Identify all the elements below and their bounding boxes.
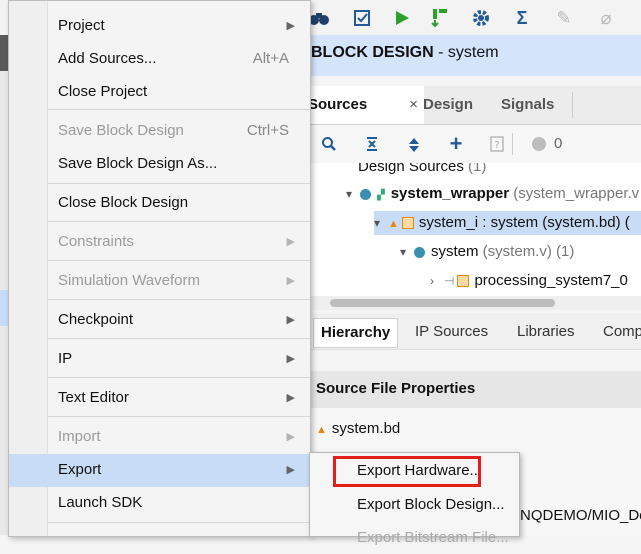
submenu-arrow-icon: ▶ — [286, 431, 295, 443]
ip-icon: ⊣ — [444, 274, 455, 288]
tab-hierarchy[interactable]: Hierarchy — [313, 318, 399, 348]
block-design-header: BLOCK DESIGN - system — [300, 35, 641, 76]
chevron-down-icon[interactable]: ▾ — [374, 211, 388, 235]
chevron-down-icon[interactable]: ▾ — [346, 182, 360, 206]
menu-item-ip[interactable]: IP ▶ — [9, 343, 310, 376]
source-file-path: YNQDEMO/MIO_De — [510, 507, 641, 524]
sources-tabs: Sources × Design Signals — [300, 86, 641, 125]
add-icon[interactable]: + — [445, 131, 467, 156]
search-icon[interactable] — [318, 134, 340, 154]
tree-row[interactable]: ▾ ▞ system_wrapper (system_wrapper.v — [346, 182, 639, 206]
menu-item-checkpoint[interactable]: Checkpoint ▶ — [9, 304, 310, 337]
chevron-down-icon[interactable]: ▾ — [400, 240, 414, 264]
tab-signals[interactable]: Signals — [493, 86, 562, 124]
menu-item-close-project[interactable]: Close Project — [9, 76, 310, 109]
menu-item-add-sources[interactable]: Add Sources... Alt+A — [9, 43, 310, 76]
hierarchy-tabs: Hierarchy IP Sources Libraries Comp — [300, 313, 641, 350]
ip-block-icon — [457, 275, 470, 288]
source-file-properties-title: Source File Properties — [316, 380, 476, 397]
highlight-callout-box — [333, 456, 481, 487]
source-file-properties-header: Source File Properties — [300, 371, 641, 408]
hierarchy-icon: ▞ — [377, 190, 385, 201]
menu-item-launch-sdk[interactable]: Launch SDK — [9, 487, 310, 520]
tab-design[interactable]: Design — [415, 86, 481, 124]
file-menu: Project ▶ Add Sources... Alt+A Close Pro… — [8, 0, 311, 537]
status-dot-icon — [528, 134, 550, 154]
collapse-all-icon[interactable] — [361, 134, 383, 154]
tab-compile-order[interactable]: Comp — [596, 318, 641, 346]
menu-item-simulation-waveform: Simulation Waveform ▶ — [58, 272, 295, 289]
expand-all-icon[interactable] — [403, 134, 425, 154]
tab-libraries[interactable]: Libraries — [510, 318, 582, 346]
submenu-arrow-icon: ▶ — [286, 236, 295, 248]
submenu-arrow-icon: ▶ — [286, 275, 295, 287]
tab-sources[interactable]: Sources × — [300, 86, 424, 124]
probe-icon: ⌀ — [600, 7, 612, 28]
checkbox-icon[interactable] — [350, 6, 374, 30]
menu-item-export[interactable]: Export ▶ — [9, 454, 310, 487]
horizontal-scrollbar[interactable] — [300, 296, 641, 310]
submenu-arrow-icon: ▶ — [286, 353, 295, 365]
run-icon[interactable] — [390, 6, 414, 30]
sources-tree: Design Sources (1) ▾ ▞ system_wrapper (sys… — [300, 163, 641, 296]
settings-icon[interactable] — [469, 6, 493, 30]
menu-item-save-block-design-as[interactable]: Save Block Design As... — [9, 148, 310, 181]
submenu-arrow-icon: ▶ — [286, 314, 295, 326]
source-file-name: ▲ system.bd — [316, 420, 401, 437]
menu-item-save-block-design: Save Block Design Ctrl+S — [58, 122, 289, 139]
tab-ip-sources[interactable]: IP Sources — [408, 318, 495, 346]
submenu-arrow-icon: ▶ — [286, 392, 295, 404]
sigma-icon[interactable]: Σ — [510, 6, 534, 30]
menu-item-export-bitstream-file: Export Bitstream File... — [357, 529, 509, 546]
menu-item-import: Import ▶ — [58, 428, 295, 445]
sources-toolbar: + ? 0 — [300, 125, 641, 163]
chevron-right-icon[interactable]: › — [430, 269, 444, 293]
submenu-arrow-icon: ▶ — [286, 464, 295, 476]
status-count: 0 — [554, 135, 563, 152]
bd-file-icon: ▲ — [316, 424, 327, 436]
help-icon[interactable]: ? — [486, 134, 508, 154]
menu-item-constraints: Constraints ▶ — [58, 233, 295, 250]
submenu-arrow-icon: ▶ — [286, 20, 295, 32]
svg-text:?: ? — [494, 140, 499, 151]
menu-item-export-hardware[interactable]: Export Hardware... — [310, 454, 519, 487]
tree-row[interactable]: Design Sources (1) — [358, 163, 486, 179]
tree-row[interactable]: ▾ system (system.v) (1) — [400, 240, 574, 264]
tree-row-selected[interactable]: ▾ ▲ system_i : system (system.bd) ( — [374, 211, 641, 235]
verilog-dot-icon — [360, 188, 371, 200]
bd-hierarchy-icon: ▲ — [388, 218, 399, 230]
bd-file-icon — [401, 217, 414, 230]
tree-row[interactable]: › ⊣ processing_system7_0 — [430, 269, 628, 293]
menu-item-text-editor[interactable]: Text Editor ▶ — [9, 382, 310, 415]
program-icon[interactable] — [428, 6, 452, 30]
block-design-title: BLOCK DESIGN - system — [311, 44, 499, 61]
menu-item-project[interactable]: Project ▶ — [9, 10, 310, 43]
menu-item-close-block-design[interactable]: Close Block Design — [9, 187, 310, 220]
export-submenu: Export Hardware... Export Block Design..… — [309, 452, 520, 546]
menu-item-export-block-design[interactable]: Export Block Design... — [310, 488, 519, 521]
debug-icon: ✎ — [556, 7, 572, 28]
verilog-dot-icon — [414, 246, 425, 258]
